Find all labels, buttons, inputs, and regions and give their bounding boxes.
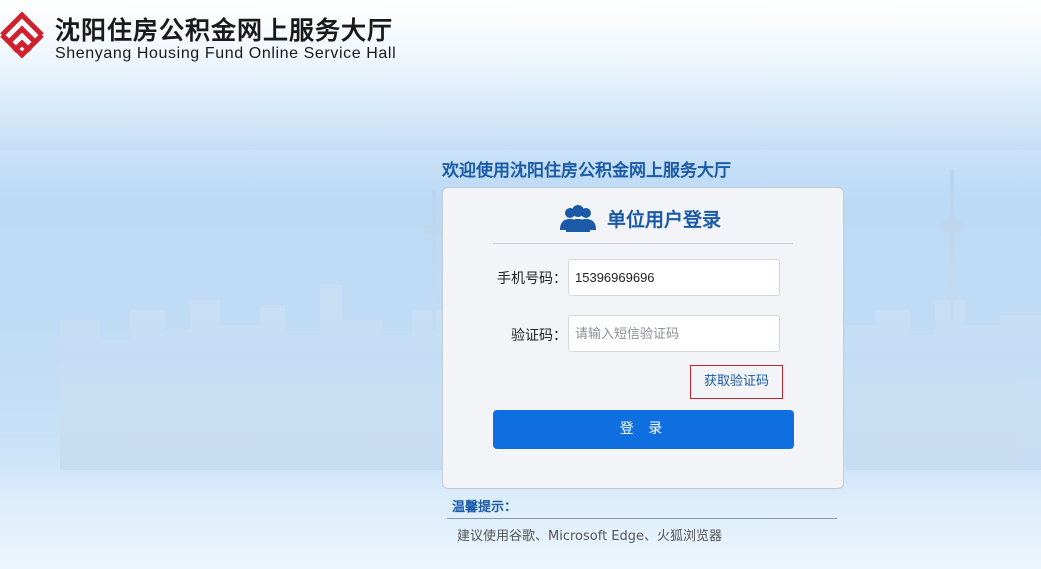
header: 沈阳住房公积金网上服务大厅 Shenyang Housing Fund Onli… xyxy=(0,0,1041,80)
login-card: 单位用户登录 手机号码： 验证码： 获取验证码 登 录 xyxy=(442,187,844,489)
welcome-text: 欢迎使用沈阳住房公积金网上服务大厅 xyxy=(442,161,731,181)
get-code-button[interactable]: 获取验证码 xyxy=(690,365,783,399)
login-button[interactable]: 登 录 xyxy=(493,410,794,449)
site-title-cn: 沈阳住房公积金网上服务大厅 xyxy=(55,16,394,45)
login-title: 单位用户登录 xyxy=(607,208,722,231)
users-icon xyxy=(560,205,596,232)
site-title-en: Shenyang Housing Fund Online Service Hal… xyxy=(55,45,397,62)
code-label: 验证码： xyxy=(511,328,567,344)
login-header: 单位用户登录 xyxy=(558,202,721,234)
shenyang-housing-fund-logo xyxy=(0,11,44,59)
divider xyxy=(493,243,793,244)
phone-input[interactable] xyxy=(568,259,780,296)
tips-text: 建议使用谷歌、Microsoft Edge、火狐浏览器 xyxy=(457,529,723,544)
tips-divider xyxy=(447,518,837,519)
phone-label: 手机号码： xyxy=(497,271,567,287)
verification-code-input[interactable] xyxy=(568,315,780,352)
tips-title: 温馨提示： xyxy=(452,500,518,515)
